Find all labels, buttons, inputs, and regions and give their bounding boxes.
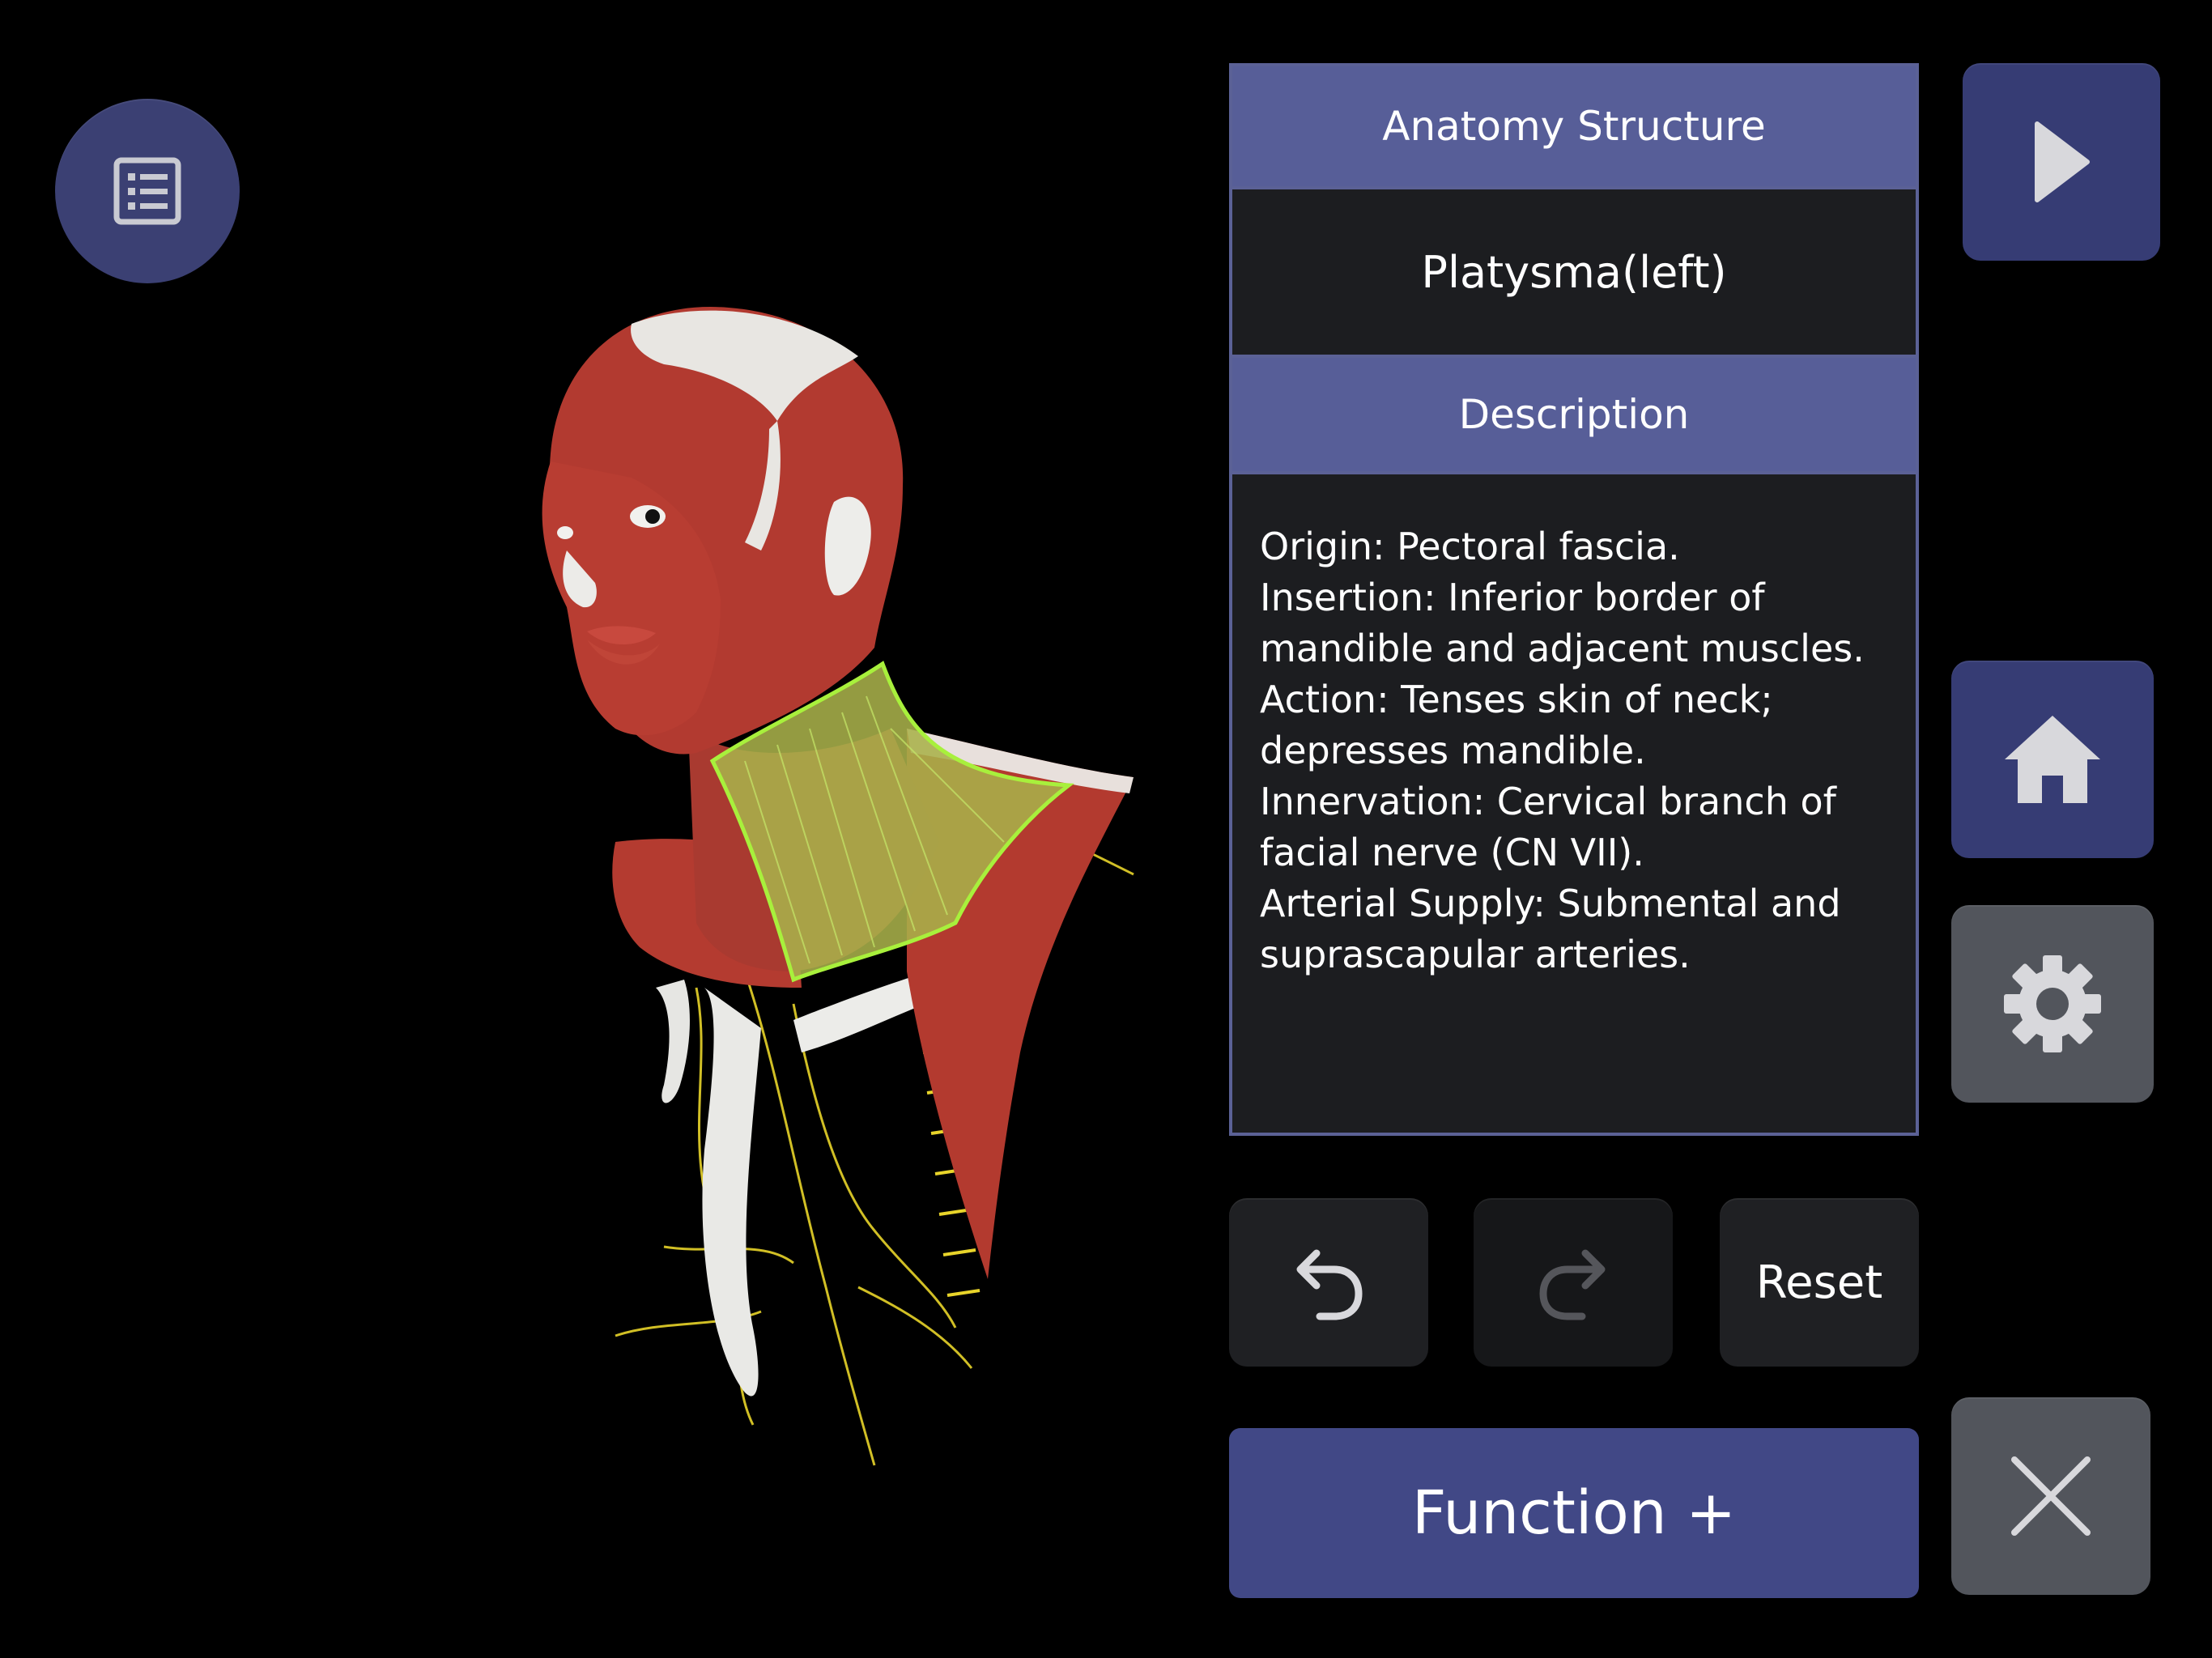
function-button[interactable]: Function + [1229,1428,1919,1598]
list-icon [113,157,181,225]
close-icon [2011,1456,2091,1536]
description-text: Origin: Pectoral fascia. Insertion: Infe… [1232,471,1916,1133]
structure-header: Anatomy Structure [1232,66,1916,186]
home-icon [2005,716,2100,803]
description-line: Arterial Supply: Submental and [1260,882,1841,925]
function-label: Function + [1411,1478,1737,1548]
description-line: Insertion: Inferior border of [1260,576,1765,619]
description-header-label: Description [1458,391,1690,438]
play-icon [2035,121,2090,202]
description-line: mandible and adjacent muscles. [1260,627,1865,670]
structure-header-label: Anatomy Structure [1382,103,1766,150]
redo-button[interactable] [1474,1198,1673,1367]
description-line: Innervation: Cervical branch of [1260,780,1836,823]
close-button[interactable] [1951,1397,2150,1595]
undo-button[interactable] [1229,1198,1428,1367]
settings-button[interactable] [1951,905,2154,1103]
anatomy-model[interactable] [453,275,1231,1473]
play-button[interactable] [1963,63,2160,261]
home-button[interactable] [1951,661,2154,858]
redo-icon [1539,1249,1606,1320]
structure-name: Platysma(left) [1421,246,1727,298]
undo-icon [1296,1249,1363,1320]
description-line: suprascapular arteries. [1260,933,1691,976]
reset-label: Reset [1755,1256,1883,1309]
reset-button[interactable]: Reset [1720,1198,1919,1367]
structure-name-box: Platysma(left) [1232,186,1916,358]
description-line: depresses mandible. [1260,729,1646,772]
description-line: facial nerve (CN VII). [1260,831,1644,874]
description-header: Description [1232,358,1916,471]
description-line: Action: Tenses skin of neck; [1260,678,1773,721]
structure-info-panel: Anatomy Structure Platysma(left) Descrip… [1229,63,1919,1136]
description-line: Origin: Pectoral fascia. [1260,525,1680,568]
gear-icon [2004,955,2101,1052]
structure-list-button[interactable] [55,99,240,283]
